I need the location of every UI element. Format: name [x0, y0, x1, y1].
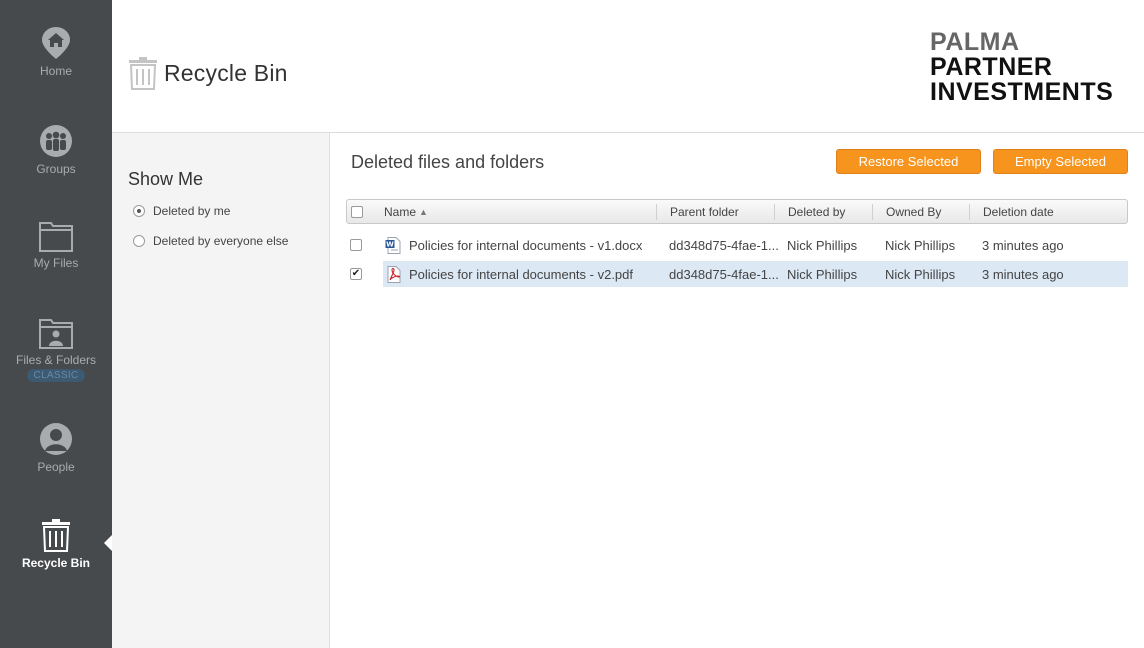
column-divider — [774, 204, 775, 220]
column-label-deleted-by: Deleted by — [788, 204, 846, 219]
select-all-checkbox[interactable] — [351, 205, 363, 218]
nav-item-files-folders[interactable]: Files & Folders CLASSIC — [0, 317, 112, 382]
brand-line-3: INVESTMENTS — [930, 78, 1114, 106]
nav-item-recycle-bin[interactable]: Recycle Bin — [0, 518, 112, 570]
restore-selected-button[interactable]: Restore Selected — [836, 149, 981, 174]
filter-option-label: Deleted by everyone else — [153, 234, 289, 248]
column-header-owned-by[interactable]: Owned By — [886, 200, 941, 223]
person-icon — [40, 423, 72, 455]
deleted-by-cell: Nick Phillips — [787, 261, 857, 287]
filter-option-deleted-by-me[interactable]: Deleted by me — [133, 204, 230, 218]
nav-label-groups: Groups — [36, 162, 76, 176]
column-label-owned-by: Owned By — [886, 204, 942, 219]
page-header: Recycle Bin PALMA PARTNER INVESTMENTS — [112, 0, 1144, 133]
nav-label-recycle-bin: Recycle Bin — [21, 556, 91, 570]
brand-line-2: PARTNER — [930, 53, 1053, 81]
parent-folder: dd348d75-4fae-1... — [669, 266, 779, 282]
brand-line-1: PALMA — [930, 28, 1020, 56]
owned-by: Nick Phillips — [885, 237, 956, 253]
file-name-cell[interactable]: W Policies for internal documents - v1.d… — [385, 232, 660, 258]
row-checkbox[interactable]: ✔ — [350, 268, 362, 280]
nav-item-groups[interactable]: Groups — [0, 124, 112, 176]
radio-button[interactable] — [133, 205, 145, 217]
sort-ascending-icon: ▲ — [419, 206, 428, 217]
column-label-parent-folder: Parent folder — [670, 204, 739, 219]
column-label-name: Name — [384, 204, 417, 219]
home-icon — [42, 27, 70, 59]
row-select-cell — [350, 232, 362, 258]
nav-item-people[interactable]: People — [0, 422, 112, 474]
file-name: Policies for internal documents - v1.doc… — [409, 237, 643, 253]
column-header-parent-folder[interactable]: Parent folder — [670, 200, 739, 223]
owned-by-cell: Nick Phillips — [885, 261, 955, 287]
filter-panel: Show Me Deleted by me Deleted by everyon… — [112, 133, 330, 648]
main-navigation: Home Groups My Files Files & Folders CLA… — [0, 0, 112, 648]
table-row[interactable]: W Policies for internal documents - v1.d… — [346, 232, 1128, 258]
nav-label-my-files: My Files — [33, 256, 79, 270]
radio-button[interactable] — [133, 235, 145, 247]
deletion-date: 3 minutes ago — [982, 266, 1064, 282]
nav-item-home[interactable]: Home — [0, 26, 112, 78]
trash-icon — [129, 57, 157, 90]
nav-label-home: Home — [39, 64, 72, 78]
filter-option-label: Deleted by me — [153, 204, 231, 218]
column-header-deletion-date[interactable]: Deletion date — [983, 200, 1054, 223]
nav-label-people: People — [37, 460, 75, 474]
classic-badge: CLASSIC — [26, 369, 86, 382]
svg-text:W: W — [386, 240, 394, 248]
nav-item-my-files[interactable]: My Files — [0, 220, 112, 270]
row-select-cell: ✔ — [350, 261, 362, 287]
column-header-deleted-by[interactable]: Deleted by — [788, 200, 845, 223]
table-header: Name ▲ Parent folder Deleted by Owned By… — [346, 199, 1128, 224]
column-divider — [969, 204, 970, 220]
groups-icon — [40, 125, 72, 157]
folder-user-icon — [39, 319, 73, 349]
parent-folder: dd348d75-4fae-1... — [669, 237, 779, 253]
column-divider — [656, 204, 657, 220]
deleted-by-cell: Nick Phillips — [787, 232, 857, 258]
owned-by: Nick Phillips — [885, 266, 956, 282]
table-row[interactable]: ✔ Policies for internal documents - v2.p… — [346, 261, 1128, 287]
column-divider — [872, 204, 873, 220]
deletion-date: 3 minutes ago — [982, 237, 1064, 253]
deleted-by: Nick Phillips — [787, 237, 858, 253]
owned-by-cell: Nick Phillips — [885, 232, 955, 258]
column-header-name[interactable]: Name ▲ — [384, 200, 428, 223]
column-label-deletion-date: Deletion date — [983, 204, 1054, 219]
deletion-date-cell: 3 minutes ago — [982, 261, 1064, 287]
pdf-document-icon — [387, 265, 401, 283]
filter-title: Show Me — [128, 169, 204, 189]
row-checkbox[interactable] — [350, 239, 362, 251]
page-title-group: Recycle Bin — [128, 56, 288, 90]
filter-option-deleted-by-everyone-else[interactable]: Deleted by everyone else — [133, 234, 288, 248]
trash-icon — [42, 519, 70, 552]
file-name: Policies for internal documents - v2.pdf — [409, 266, 633, 282]
page-title: Recycle Bin — [164, 59, 288, 86]
parent-folder-cell: dd348d75-4fae-1... — [669, 232, 783, 258]
word-document-icon: W — [385, 236, 401, 254]
empty-selected-button[interactable]: Empty Selected — [993, 149, 1128, 174]
deletion-date-cell: 3 minutes ago — [982, 232, 1064, 258]
parent-folder-cell: dd348d75-4fae-1... — [669, 261, 783, 287]
section-title: Deleted files and folders — [351, 152, 545, 172]
brand-logo: PALMA PARTNER INVESTMENTS — [930, 30, 1113, 105]
folder-icon — [39, 222, 73, 252]
deleted-by: Nick Phillips — [787, 266, 858, 282]
nav-label-files-folders: Files & Folders — [15, 353, 97, 367]
active-nav-pointer — [104, 535, 112, 551]
file-name-cell[interactable]: Policies for internal documents - v2.pdf — [385, 261, 660, 287]
select-all-cell — [351, 200, 363, 223]
main-content: Deleted files and folders Restore Select… — [330, 133, 1144, 648]
